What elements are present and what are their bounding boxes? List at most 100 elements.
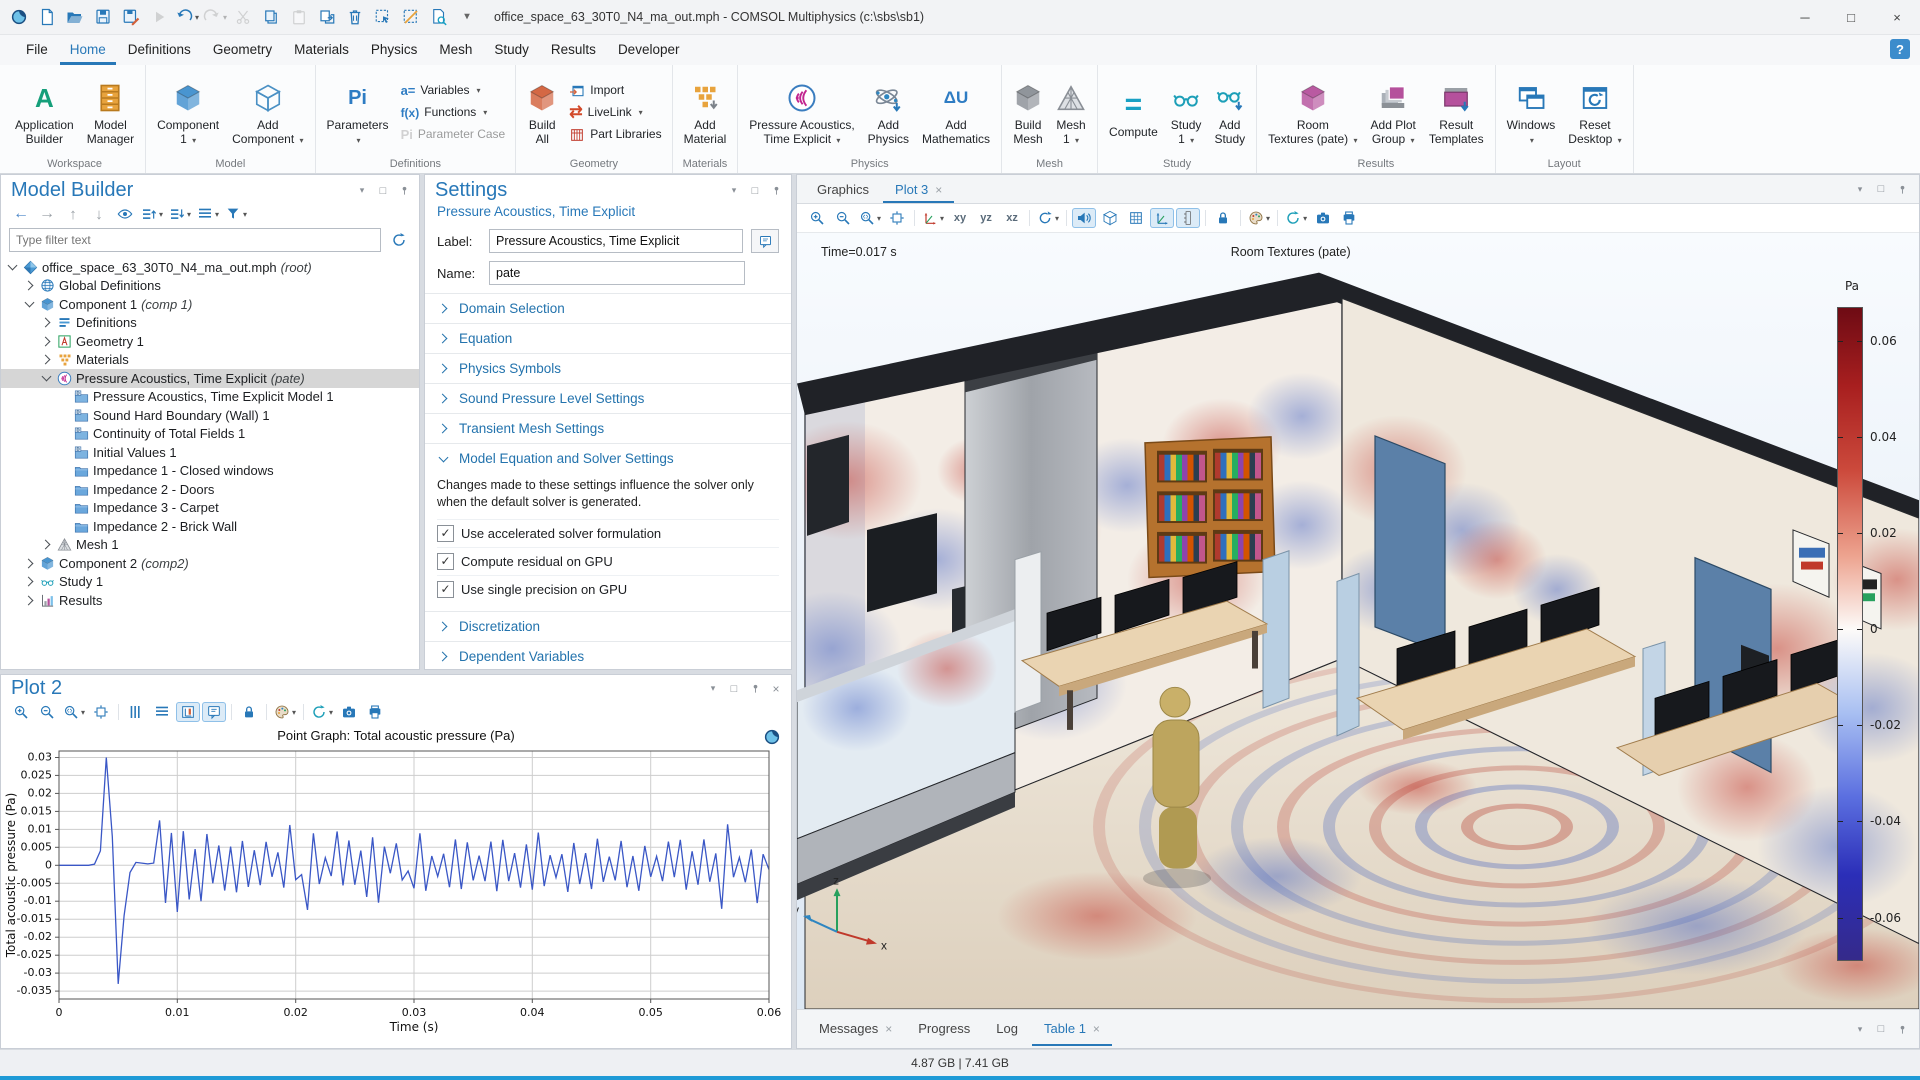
wireframe-grid-icon[interactable] bbox=[1124, 208, 1148, 228]
lock-view-icon[interactable] bbox=[1211, 208, 1235, 228]
tree-expander-icon[interactable] bbox=[39, 352, 54, 367]
help-button[interactable]: ? bbox=[1890, 39, 1910, 59]
tree-node-geometry-1[interactable]: Geometry 1 bbox=[1, 332, 419, 351]
paste-icon[interactable] bbox=[286, 4, 312, 30]
ribbon-build-all-button[interactable]: Build All bbox=[521, 77, 563, 149]
tab-graphics[interactable]: Graphics bbox=[805, 177, 881, 203]
expand-all-icon[interactable]: ▾ bbox=[167, 204, 193, 224]
close-tab-icon[interactable]: × bbox=[885, 1022, 892, 1036]
ribbon-add-plot-group-button[interactable]: Add Plot Group ▾ bbox=[1365, 77, 1422, 149]
ribbon-parameters-button[interactable]: Pi Parameters ▾ bbox=[321, 77, 395, 149]
more-commands-icon[interactable]: ▾ bbox=[454, 4, 480, 30]
open-file-icon[interactable] bbox=[62, 4, 88, 30]
zoom-in-icon[interactable] bbox=[9, 702, 33, 722]
tree-node-continuity-of-total-fields-1[interactable]: Continuity of Total Fields 1 bbox=[1, 425, 419, 444]
tree-node-study-1[interactable]: Study 1 bbox=[1, 573, 419, 592]
zoom-in-icon[interactable] bbox=[805, 208, 829, 228]
panel-float-icon[interactable]: □ bbox=[727, 682, 741, 696]
menu-geometry[interactable]: Geometry bbox=[203, 37, 282, 65]
tree-node-impedance-2-doors[interactable]: Impedance 2 - Doors bbox=[1, 480, 419, 499]
panel-float-icon[interactable]: □ bbox=[376, 184, 390, 198]
panel-menu-icon[interactable]: ▾ bbox=[1853, 182, 1867, 196]
filter-view-icon[interactable]: ▾ bbox=[223, 204, 249, 224]
snapshot-icon[interactable] bbox=[337, 702, 361, 722]
tree-node-global-definitions[interactable]: Global Definitions bbox=[1, 277, 419, 296]
save-as-icon[interactable] bbox=[118, 4, 144, 30]
grid-lines-icon[interactable] bbox=[124, 702, 148, 722]
duplicate-icon[interactable] bbox=[314, 4, 340, 30]
checkbox-use-accelerated-solver-formulation[interactable]: ✓ Use accelerated solver formulation bbox=[437, 518, 779, 547]
section-domain-selection[interactable]: Domain Selection bbox=[425, 293, 791, 323]
select-box-icon[interactable] bbox=[370, 4, 396, 30]
delete-icon[interactable] bbox=[342, 4, 368, 30]
menu-physics[interactable]: Physics bbox=[361, 37, 428, 65]
panel-float-icon[interactable]: □ bbox=[1874, 1022, 1888, 1036]
close-tab-icon[interactable]: × bbox=[1093, 1022, 1100, 1036]
tree-node-definitions[interactable]: Definitions bbox=[1, 314, 419, 333]
section-dependent-variables[interactable]: Dependent Variables bbox=[425, 640, 791, 669]
tree-expander-icon[interactable] bbox=[22, 556, 37, 571]
tree-node-component-1[interactable]: Component 1 (comp 1) bbox=[1, 295, 419, 314]
new-file-icon[interactable] bbox=[34, 4, 60, 30]
update-plot-icon[interactable]: ▾ bbox=[1283, 208, 1309, 228]
ribbon-study-1-button[interactable]: Study 1 ▾ bbox=[1165, 77, 1208, 149]
ribbon-part-libraries-button[interactable]: Part Libraries bbox=[564, 125, 666, 145]
maximize-button[interactable]: □ bbox=[1828, 0, 1874, 34]
section-transient-mesh-settings[interactable]: Transient Mesh Settings bbox=[425, 413, 791, 443]
show-icon[interactable] bbox=[113, 204, 137, 224]
ribbon-mesh-1-button[interactable]: Mesh 1 ▾ bbox=[1050, 77, 1092, 149]
view-orientation-icon[interactable]: ▾ bbox=[920, 208, 946, 228]
nav-forward-icon[interactable]: → bbox=[35, 204, 59, 224]
section-equation[interactable]: Equation bbox=[425, 323, 791, 353]
tree-node-results[interactable]: Results bbox=[1, 591, 419, 610]
menu-developer[interactable]: Developer bbox=[608, 37, 690, 65]
move-up-icon[interactable]: ↑ bbox=[61, 204, 85, 224]
ribbon-functions-button[interactable]: f(x) Functions ▾ bbox=[396, 103, 511, 123]
print-icon[interactable] bbox=[1337, 208, 1361, 228]
tree-filter-input[interactable] bbox=[9, 228, 381, 252]
panel-float-icon[interactable]: □ bbox=[748, 184, 762, 198]
tree-node-pressure-acoustics-time-explicit[interactable]: Pressure Acoustics, Time Explicit (pate) bbox=[1, 369, 419, 388]
tree-node-impedance-1-closed-windows[interactable]: Impedance 1 - Closed windows bbox=[1, 462, 419, 481]
view-xz-icon[interactable]: xz bbox=[1000, 208, 1024, 228]
checkbox-icon[interactable]: ✓ bbox=[437, 580, 454, 598]
tree-expander-icon[interactable] bbox=[39, 315, 54, 330]
ribbon-add-material-button[interactable]: Add Material bbox=[678, 77, 733, 149]
tree-expander-icon[interactable] bbox=[5, 260, 20, 275]
tab-plot-3[interactable]: Plot 3 × bbox=[883, 177, 955, 203]
tree-node-impedance-3-carpet[interactable]: Impedance 3 - Carpet bbox=[1, 499, 419, 518]
redo-icon[interactable]: ▾ bbox=[202, 4, 228, 30]
close-tab-icon[interactable]: × bbox=[935, 183, 942, 197]
lock-axes-icon[interactable] bbox=[237, 702, 261, 722]
zoom-box-icon[interactable]: ▾ bbox=[857, 208, 883, 228]
tree-options-icon[interactable]: ▾ bbox=[195, 204, 221, 224]
checkbox-compute-residual-on-gpu[interactable]: ✓ Compute residual on GPU bbox=[437, 546, 779, 575]
ribbon-livelink-button[interactable]: ⇄ LiveLink ▾ bbox=[564, 103, 666, 123]
run-icon[interactable] bbox=[146, 4, 172, 30]
ribbon-model-manager-button[interactable]: Model Manager bbox=[81, 77, 140, 149]
view-report-icon[interactable] bbox=[426, 4, 452, 30]
nav-back-icon[interactable]: ← bbox=[9, 204, 33, 224]
panel-float-icon[interactable]: □ bbox=[1874, 182, 1888, 196]
view-xy-icon[interactable]: xy bbox=[948, 208, 972, 228]
scene-axes-icon[interactable] bbox=[1150, 208, 1175, 228]
ribbon-add-mathematics-button[interactable]: ΔU Add Mathematics bbox=[916, 77, 996, 149]
update-plot-icon[interactable]: ▾ bbox=[309, 702, 335, 722]
tree-expander-icon[interactable] bbox=[22, 593, 37, 608]
menu-study[interactable]: Study bbox=[484, 37, 539, 65]
tree-node-component-2[interactable]: Component 2 (comp2) bbox=[1, 554, 419, 573]
ribbon-import-button[interactable]: Import bbox=[564, 81, 666, 101]
tree-node-sound-hard-boundary-wall-1[interactable]: Sound Hard Boundary (Wall) 1 bbox=[1, 406, 419, 425]
color-theme-icon[interactable]: ▾ bbox=[272, 702, 298, 722]
ribbon-add-component-button[interactable]: Add Component ▾ bbox=[226, 77, 309, 149]
tree-node-materials[interactable]: Materials bbox=[1, 351, 419, 370]
section-sound-pressure-level-settings[interactable]: Sound Pressure Level Settings bbox=[425, 383, 791, 413]
panel-close-icon[interactable]: × bbox=[769, 682, 783, 696]
ribbon-add-study-button[interactable]: Add Study bbox=[1208, 77, 1251, 149]
3d-scene[interactable]: z x y bbox=[797, 233, 1919, 1009]
section-physics-symbols[interactable]: Physics Symbols bbox=[425, 353, 791, 383]
tab-log[interactable]: Log bbox=[984, 1012, 1030, 1046]
menu-mesh[interactable]: Mesh bbox=[429, 37, 482, 65]
tree-expander-icon[interactable] bbox=[39, 371, 54, 386]
zoom-out-icon[interactable] bbox=[35, 702, 59, 722]
